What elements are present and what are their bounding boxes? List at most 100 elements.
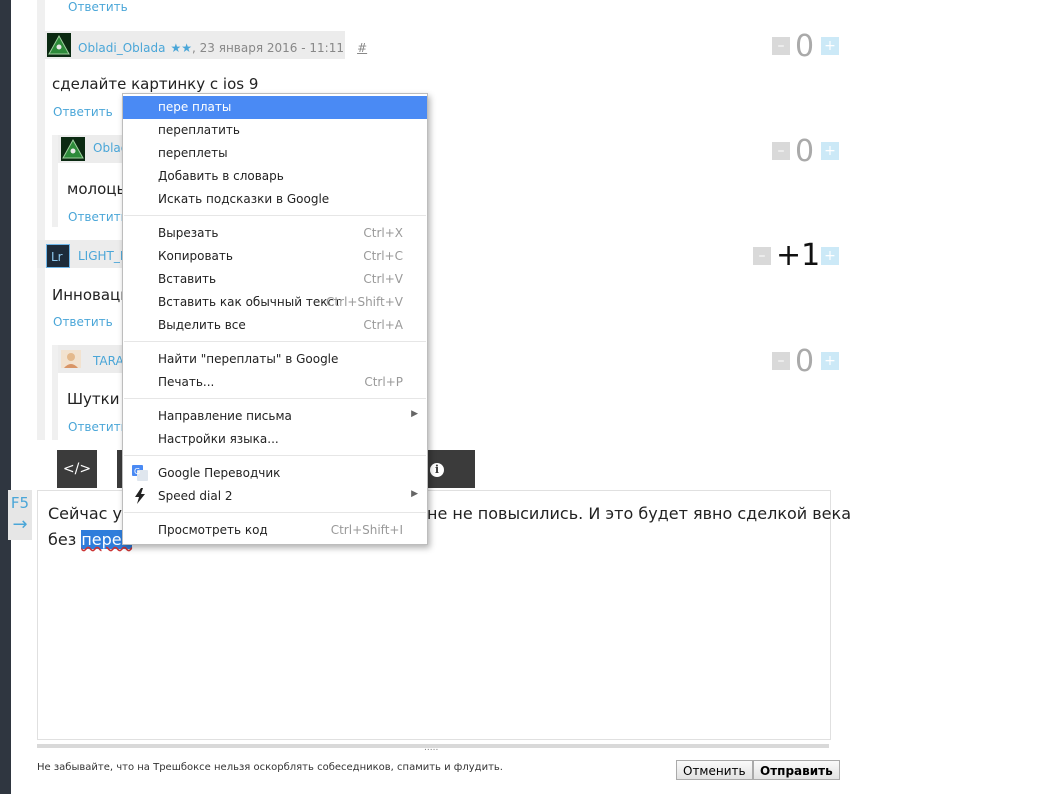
comment-author[interactable]: TARA bbox=[93, 354, 124, 368]
svg-text:Lr: Lr bbox=[51, 250, 63, 264]
reply-link[interactable]: Ответить bbox=[68, 420, 128, 434]
menu-item-label: Google Переводчик bbox=[158, 466, 281, 480]
comment-score: +1 bbox=[776, 238, 821, 273]
menu-item-label: Направление письма bbox=[158, 409, 292, 423]
comment-author[interactable]: Obladi_Oblada bbox=[78, 41, 165, 55]
code-tag-button[interactable]: </> bbox=[57, 450, 97, 488]
code-icon: </> bbox=[62, 461, 92, 477]
menu-item-label: Вставить как обычный текст bbox=[158, 295, 342, 309]
paste-item[interactable]: Вставить Ctrl+V bbox=[123, 268, 427, 291]
menu-separator bbox=[124, 455, 426, 456]
avatar[interactable] bbox=[61, 350, 81, 368]
toolbar-edge bbox=[457, 450, 475, 488]
vote-down-button[interactable]: – bbox=[772, 142, 790, 160]
menu-item-label: Копировать bbox=[158, 249, 233, 263]
svg-text:G: G bbox=[134, 467, 140, 476]
info-icon: i bbox=[430, 463, 444, 477]
google-translate-item[interactable]: G Google Переводчик bbox=[123, 462, 427, 485]
comment-date: , 23 января 2016 - 11:11 bbox=[192, 41, 344, 55]
menu-item-shortcut: Ctrl+Shift+I bbox=[330, 523, 403, 537]
language-settings-item[interactable]: Настройки языка... bbox=[123, 428, 427, 451]
resize-handle-icon[interactable]: ..... bbox=[424, 744, 438, 753]
menu-item-label: Speed dial 2 bbox=[158, 489, 233, 503]
reply-link[interactable]: Ответить bbox=[68, 0, 128, 14]
speed-dial-item[interactable]: Speed dial 2 ▶ bbox=[123, 485, 427, 508]
search-hints-item[interactable]: Искать подсказки в Google bbox=[123, 188, 427, 211]
comment-score: 0 bbox=[795, 134, 815, 169]
menu-separator bbox=[124, 215, 426, 216]
submenu-arrow-icon: ▶ bbox=[411, 409, 418, 419]
menu-item-shortcut: Ctrl+C bbox=[363, 249, 403, 263]
comment-text: молоцы bbox=[67, 180, 129, 198]
thread-indent-bar bbox=[37, 0, 45, 440]
context-menu: пере платы переплатить переплеты Добавит… bbox=[122, 93, 428, 545]
comment-score: 0 bbox=[795, 344, 815, 379]
google-translate-icon: G bbox=[132, 465, 148, 481]
avatar[interactable] bbox=[61, 137, 85, 161]
menu-item-label: Искать подсказки в Google bbox=[158, 192, 330, 206]
vote-down-button[interactable]: – bbox=[753, 247, 771, 265]
reply-link[interactable]: Ответить bbox=[68, 210, 128, 224]
select-all-item[interactable]: Выделить все Ctrl+A bbox=[123, 314, 427, 337]
menu-separator bbox=[124, 512, 426, 513]
avatar[interactable] bbox=[47, 33, 71, 57]
comment-text: Инноваци bbox=[52, 286, 131, 304]
editor-text-line1-end: не не повысились. И это будет явно сделк… bbox=[427, 504, 851, 523]
f5-reload-tab[interactable]: F5 → bbox=[8, 490, 32, 540]
paste-plain-item[interactable]: Вставить как обычный текст Ctrl+Shift+V bbox=[123, 291, 427, 314]
vote-down-button[interactable]: – bbox=[772, 352, 790, 370]
submenu-arrow-icon: ▶ bbox=[411, 489, 418, 499]
arrow-right-icon: → bbox=[12, 514, 28, 535]
vote-down-button[interactable]: – bbox=[772, 37, 790, 55]
spell-suggestion-item[interactable]: пере платы bbox=[123, 96, 427, 119]
vote-up-button[interactable]: + bbox=[821, 142, 839, 160]
cancel-button[interactable]: Отменить bbox=[676, 760, 753, 780]
menu-item-shortcut: Ctrl+V bbox=[363, 272, 403, 286]
writing-direction-item[interactable]: Направление письма ▶ bbox=[123, 405, 427, 428]
menu-item-shortcut: Ctrl+A bbox=[363, 318, 403, 332]
illuminati-avatar-icon bbox=[47, 33, 71, 57]
copy-item[interactable]: Копировать Ctrl+C bbox=[123, 245, 427, 268]
menu-item-label: Печать... bbox=[158, 375, 215, 389]
print-item[interactable]: Печать... Ctrl+P bbox=[123, 371, 427, 394]
user-photo-avatar-icon bbox=[61, 350, 81, 368]
add-to-dictionary-item[interactable]: Добавить в словарь bbox=[123, 165, 427, 188]
reply-link[interactable]: Ответить bbox=[53, 105, 113, 119]
spell-suggestion-item[interactable]: переплатить bbox=[123, 119, 427, 142]
lightroom-avatar-icon: Lr bbox=[45, 243, 71, 269]
author-rating-stars: ★★ bbox=[170, 41, 193, 55]
menu-separator bbox=[124, 341, 426, 342]
editor-text-line2-start: без bbox=[48, 530, 82, 549]
comment-permalink[interactable]: # bbox=[357, 41, 367, 55]
rules-notice: Не забывайте, что на Трешбоксе нельзя ос… bbox=[37, 762, 503, 773]
vote-up-button[interactable]: + bbox=[821, 247, 839, 265]
inspect-item[interactable]: Просмотреть код Ctrl+Shift+I bbox=[123, 519, 427, 542]
f5-label: F5 bbox=[10, 494, 30, 512]
vote-up-button[interactable]: + bbox=[821, 37, 839, 55]
spell-suggestion-item[interactable]: переплеты bbox=[123, 142, 427, 165]
menu-item-label: Добавить в словарь bbox=[158, 169, 284, 183]
vote-up-button[interactable]: + bbox=[821, 352, 839, 370]
menu-item-shortcut: Ctrl+Shift+V bbox=[326, 295, 403, 309]
lightning-bolt-icon bbox=[135, 488, 145, 504]
menu-item-shortcut: Ctrl+X bbox=[363, 226, 403, 240]
search-google-item[interactable]: Найти "переплаты" в Google bbox=[123, 348, 427, 371]
reply-link[interactable]: Ответить bbox=[53, 315, 113, 329]
menu-item-label: Вставить bbox=[158, 272, 217, 286]
menu-item-shortcut: Ctrl+P bbox=[364, 375, 403, 389]
comment-score: 0 bbox=[795, 29, 815, 64]
menu-item-label: Просмотреть код bbox=[158, 523, 268, 537]
menu-item-label: пере платы bbox=[158, 100, 232, 114]
comment-text: сделайте картинку с ios 9 bbox=[52, 75, 259, 93]
cut-item[interactable]: Вырезать Ctrl+X bbox=[123, 222, 427, 245]
menu-item-label: переплатить bbox=[158, 123, 240, 137]
menu-item-label: переплеты bbox=[158, 146, 228, 160]
illuminati-avatar-icon bbox=[61, 137, 85, 161]
submit-button[interactable]: Отправить bbox=[753, 760, 840, 780]
comment-author[interactable]: LIGHT_E bbox=[78, 249, 127, 263]
menu-item-label: Настройки языка... bbox=[158, 432, 279, 446]
menu-separator bbox=[124, 398, 426, 399]
left-sidebar-strip bbox=[0, 0, 11, 794]
avatar[interactable]: Lr bbox=[45, 243, 71, 269]
menu-item-label: Вырезать bbox=[158, 226, 219, 240]
